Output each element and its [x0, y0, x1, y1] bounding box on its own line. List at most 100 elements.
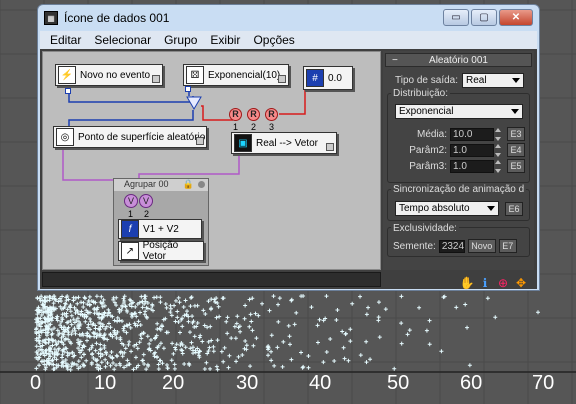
sync-e-button[interactable]: E6	[505, 201, 523, 216]
axis-label-50: 50	[387, 372, 410, 394]
particle	[301, 294, 306, 299]
particle	[234, 359, 239, 364]
group-agrupar[interactable]: Agrupar 00 🔒 V V 1 2 f V1 + V2 ↗ Posição…	[113, 178, 209, 266]
particle	[254, 336, 259, 341]
wire-value-real	[279, 90, 306, 115]
particle	[427, 318, 432, 323]
exclusivity-label: Exclusividade:	[391, 223, 459, 234]
particle	[208, 366, 213, 371]
particle	[227, 353, 232, 358]
seed-input[interactable]: 2324	[438, 239, 465, 253]
particle	[60, 294, 65, 299]
r-port-3[interactable]: R	[265, 108, 278, 121]
hash-icon: #	[306, 69, 324, 87]
v-num-1: 1	[128, 209, 134, 219]
particle	[192, 334, 197, 339]
node-real-vetor[interactable]: ▣ Real --> Vetor	[231, 132, 337, 154]
r-port-1[interactable]: R	[229, 108, 242, 121]
new-e-button[interactable]: E7	[498, 239, 517, 253]
particle	[244, 347, 249, 352]
hand-pan-icon[interactable]: ✋	[460, 276, 475, 290]
particle-field	[34, 294, 541, 372]
param3-e-button[interactable]: E5	[507, 159, 525, 173]
particle	[73, 296, 78, 301]
node-posicao-vetor[interactable]: ↗ Posição Vetor	[118, 240, 204, 262]
wire-filter-ponto	[68, 110, 194, 126]
param2-e-button[interactable]: E4	[507, 143, 525, 157]
particle	[73, 310, 78, 315]
menu-grupo[interactable]: Grupo	[164, 33, 197, 47]
distribution-select[interactable]: Exponencial	[395, 104, 523, 119]
param2-spinner[interactable]	[495, 143, 503, 157]
node-novo-evento[interactable]: ⚡ Novo no evento	[55, 64, 163, 86]
particle	[493, 315, 498, 320]
data-icon: ▦	[44, 11, 58, 25]
particle	[236, 354, 241, 359]
particle	[103, 357, 108, 362]
title-bar[interactable]: ▦ Ícone de dados 001 ▭ ▢ ✕	[38, 5, 539, 31]
collapse-icon[interactable]: −	[392, 55, 398, 66]
minimize-button[interactable]: ▭	[443, 9, 469, 26]
exp-port[interactable]	[185, 86, 191, 92]
particle	[126, 342, 131, 347]
menu-opcoes[interactable]: Opções	[253, 33, 294, 47]
menu-editar[interactable]: Editar	[50, 33, 81, 47]
particle	[289, 357, 294, 362]
menu-exibir[interactable]: Exibir	[210, 33, 240, 47]
media-spinner[interactable]	[495, 127, 503, 141]
node-canvas[interactable]: ⚡ Novo no evento ⚄ Exponencial(10) # 0.0…	[42, 51, 381, 270]
output-port[interactable]	[278, 75, 286, 83]
particle	[75, 301, 80, 306]
particle	[188, 295, 193, 300]
particle	[266, 353, 271, 358]
media-e-button[interactable]: E3	[507, 127, 525, 141]
menu-selecionar[interactable]: Selecionar	[94, 33, 151, 47]
info-icon[interactable]: ℹ	[478, 276, 492, 290]
particle	[156, 366, 161, 371]
param3-input[interactable]: 1.0	[450, 159, 494, 173]
maximize-button[interactable]: ▢	[471, 9, 497, 26]
navigate-icon[interactable]: ✥	[514, 276, 528, 290]
particle	[200, 339, 205, 344]
filter-triangle-icon[interactable]	[186, 96, 202, 110]
output-type-select[interactable]: Real	[462, 73, 525, 88]
axis-label-10: 10	[94, 372, 117, 394]
particle	[139, 336, 144, 341]
node-exponencial[interactable]: ⚄ Exponencial(10)	[183, 64, 289, 86]
particle	[309, 305, 314, 310]
particle	[90, 351, 95, 356]
close-button[interactable]: ✕	[499, 9, 533, 26]
node-value[interactable]: # 0.0	[303, 66, 353, 90]
rollout-header[interactable]: − Aleatório 001	[385, 53, 532, 67]
node-v1v2[interactable]: f V1 + V2	[118, 219, 202, 239]
particle	[260, 301, 265, 306]
media-input[interactable]: 10.0	[450, 127, 494, 141]
output-port[interactable]	[326, 143, 334, 151]
v-port-1[interactable]: V	[124, 194, 138, 208]
particle	[138, 322, 143, 327]
new-seed-button[interactable]: Novo	[467, 239, 496, 253]
sync-select[interactable]: Tempo absoluto	[395, 201, 499, 216]
particle	[133, 304, 138, 309]
port-num-2: 2	[251, 122, 257, 132]
zoom-icon[interactable]: ⊕	[496, 276, 510, 290]
particle	[233, 336, 238, 341]
particle	[86, 322, 91, 327]
v-port-2[interactable]: V	[139, 194, 153, 208]
r-port-2[interactable]: R	[247, 108, 260, 121]
node-ponto-superficie[interactable]: ◎ Ponto de superfície aleatório	[53, 126, 207, 148]
particle	[368, 357, 373, 362]
output-port[interactable]	[196, 137, 204, 145]
particle	[364, 339, 369, 344]
particle	[138, 310, 143, 315]
lock-icon[interactable]: 🔒	[183, 179, 194, 190]
param3-spinner[interactable]	[495, 159, 503, 173]
group-title[interactable]: Agrupar 00 🔒	[114, 179, 208, 191]
event-port[interactable]	[65, 88, 71, 94]
output-port[interactable]	[152, 75, 160, 83]
param2-input[interactable]: 1.0	[450, 143, 494, 157]
particle	[37, 341, 42, 346]
particle	[46, 313, 51, 318]
collapse-icon[interactable]	[198, 181, 205, 188]
particle	[224, 319, 229, 324]
